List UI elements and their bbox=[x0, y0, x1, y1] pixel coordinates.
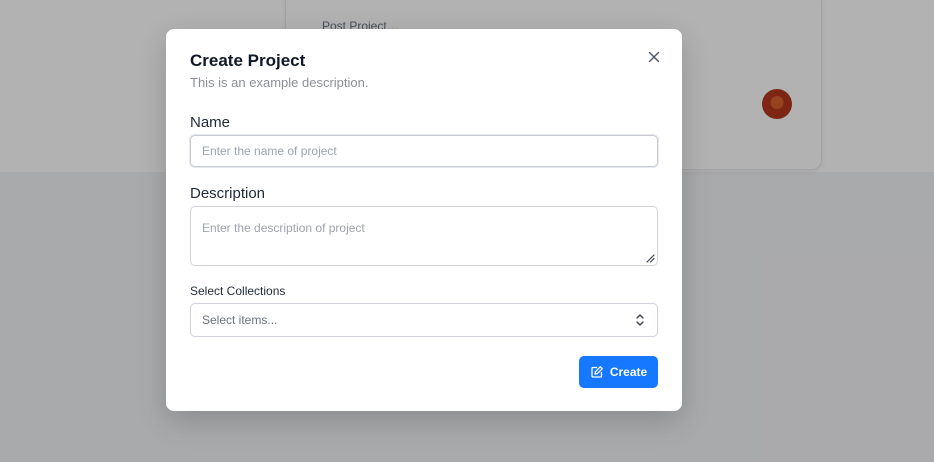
resize-handle-icon[interactable] bbox=[645, 253, 655, 263]
project-description-input[interactable] bbox=[190, 206, 658, 266]
create-button-label: Create bbox=[609, 365, 648, 379]
collections-select[interactable]: Select items... bbox=[190, 303, 658, 337]
close-button[interactable] bbox=[644, 47, 664, 67]
create-project-dialog: Create Project This is an example descri… bbox=[166, 29, 682, 411]
close-icon bbox=[648, 51, 660, 63]
dialog-title: Create Project bbox=[190, 51, 306, 70]
collections-select-placeholder: Select items... bbox=[202, 313, 278, 327]
name-label: Name bbox=[190, 114, 231, 131]
description-label: Description bbox=[190, 185, 266, 202]
collections-label: Select Collections bbox=[190, 284, 286, 298]
dialog-subtitle: This is an example description. bbox=[190, 75, 369, 90]
chevron-up-down-icon bbox=[636, 314, 644, 326]
create-button[interactable]: Create bbox=[579, 356, 658, 388]
edit-icon bbox=[591, 366, 603, 378]
project-name-input[interactable] bbox=[190, 135, 658, 167]
